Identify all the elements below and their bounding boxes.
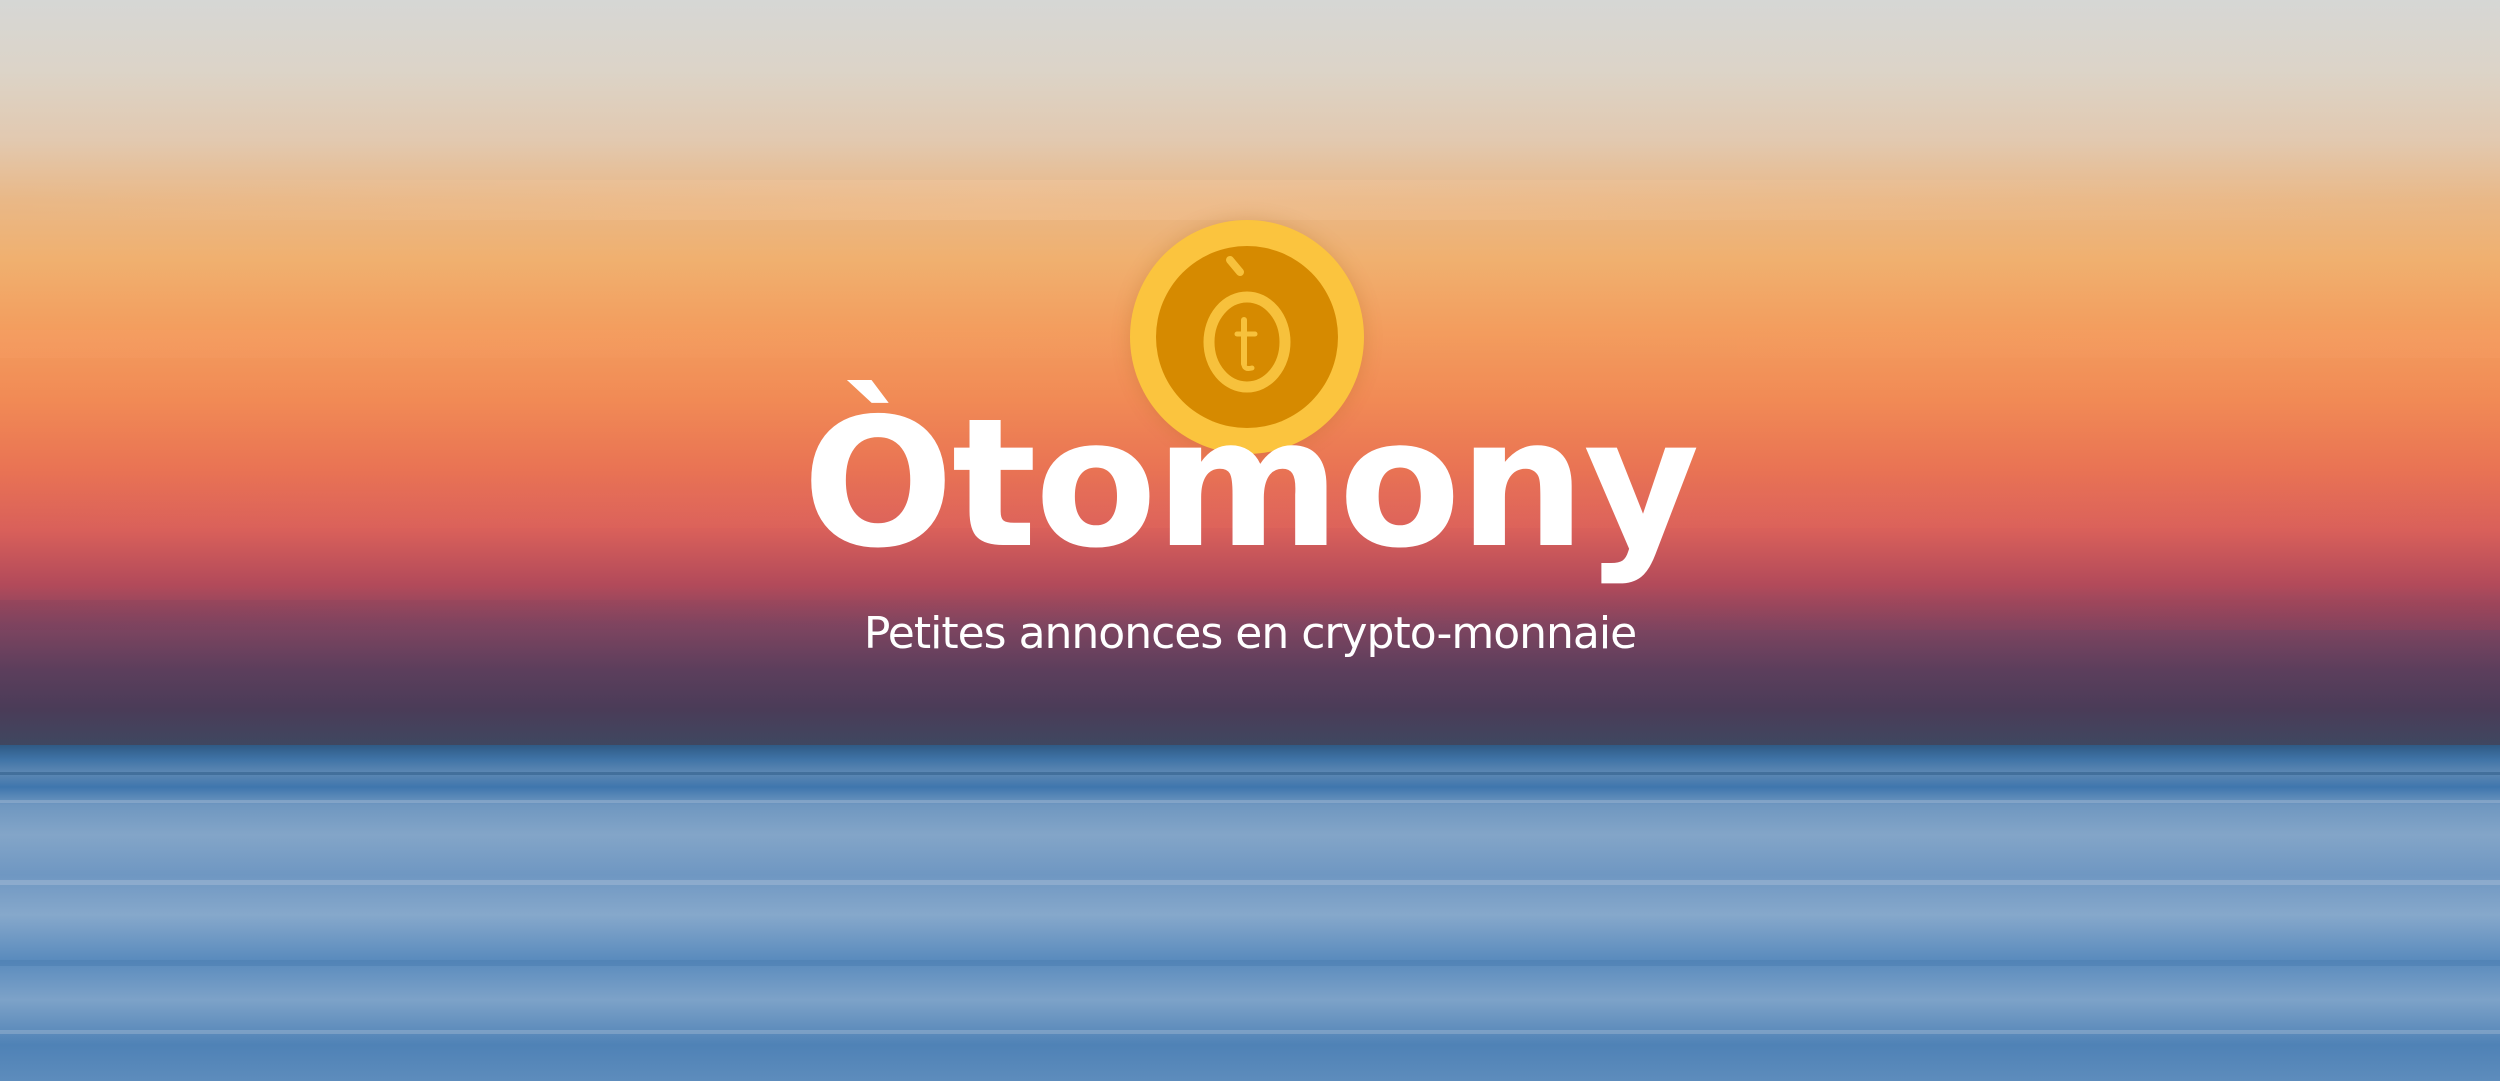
sea-streak (0, 800, 2500, 803)
hero-banner: Òtomony Petites annonces en crypto-monna… (0, 0, 2500, 1081)
tagline: Petites annonces en crypto-monnaie (863, 608, 1637, 659)
sea-streak (0, 1030, 2500, 1034)
sky-streak (0, 180, 2500, 220)
sea-streak (0, 772, 2500, 775)
brand-name: Òtomony (802, 380, 1699, 587)
sea-streak (0, 880, 2500, 885)
sea-streak (0, 960, 2500, 966)
